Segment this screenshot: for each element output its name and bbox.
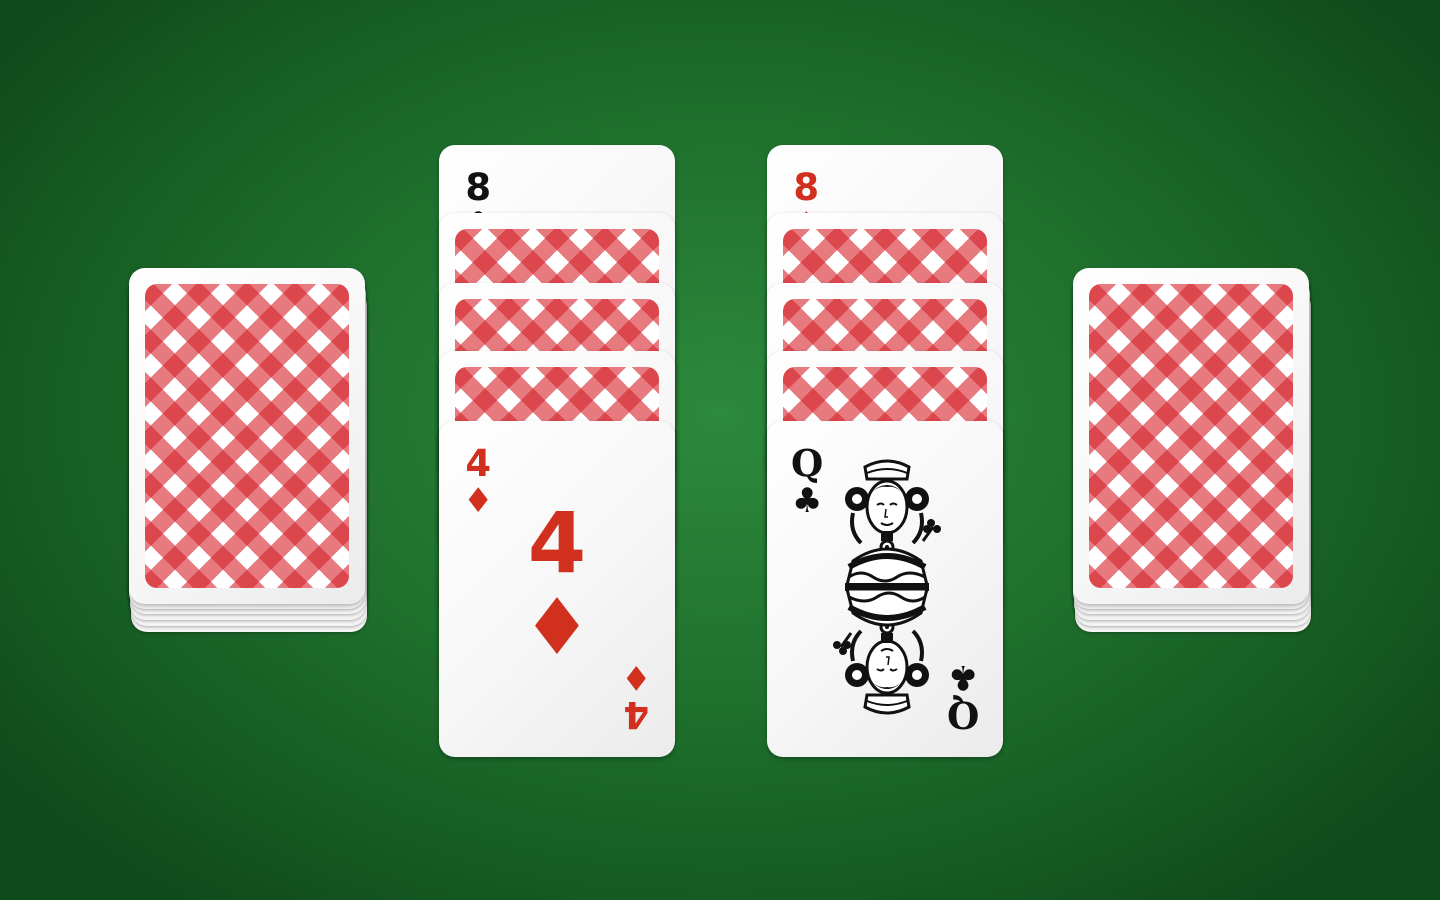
card-rank: 8 xyxy=(465,166,492,209)
card-rank: 4 xyxy=(465,442,492,485)
card-rank: Q xyxy=(946,693,979,737)
card-rank: 8 xyxy=(793,166,820,209)
pile-card-queen-clubs[interactable]: Q ♣ Q ♣ xyxy=(767,421,1003,757)
clubs-icon: ♣ xyxy=(947,657,979,697)
queen-top-half xyxy=(845,459,941,587)
tableau-pile-right: 8 ♦ Q ♣ xyxy=(767,145,1003,757)
diamond-icon: ♦ xyxy=(522,583,592,673)
pile-card-4-diamonds[interactable]: 4 ♦ 4 ♦ 4 ♦ xyxy=(439,421,675,757)
clubs-icon: ♣ xyxy=(791,481,823,521)
left-deck[interactable] xyxy=(129,268,367,634)
queen-figure-icon xyxy=(833,459,941,715)
deck-top-card-back[interactable] xyxy=(129,268,365,604)
tableau-pile-left: 8 ♣ 4 ♦ 4 ♦ 4 ♦ xyxy=(439,145,675,757)
card-corner-bottom-right: Q ♣ xyxy=(946,657,979,737)
right-deck[interactable] xyxy=(1073,268,1311,634)
card-corner-bottom-right: 4 ♦ xyxy=(620,657,651,736)
deck-top-card-back[interactable] xyxy=(1073,268,1309,604)
diamond-icon: ♦ xyxy=(620,657,651,697)
card-rank: Q xyxy=(791,441,824,485)
queen-bottom-half xyxy=(833,587,929,715)
card-rank: 4 xyxy=(622,693,649,736)
card-corner-top-left: Q ♣ xyxy=(791,441,824,521)
card-center-rank: 4 xyxy=(527,494,587,592)
